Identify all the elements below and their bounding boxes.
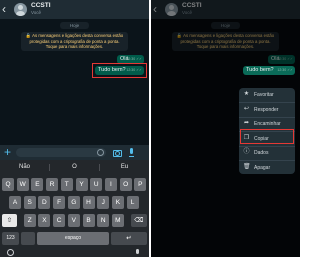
key-q[interactable]: Q [2, 178, 14, 191]
encryption-notice[interactable]: 🔒 As mensagens e ligações desta conversa… [21, 32, 128, 51]
key-n[interactable]: N [97, 214, 110, 227]
trash-icon: 🗑 [243, 163, 251, 170]
message-text: Tudo bem? [246, 67, 274, 73]
key-a[interactable]: A [9, 196, 21, 209]
key-k[interactable]: K [111, 196, 124, 209]
key-l[interactable]: L [126, 196, 139, 209]
key-m[interactable]: M [111, 214, 124, 227]
message-input[interactable] [16, 148, 106, 157]
keyboard: Não O Eu Q W E R T Y U I O P A S D F G H… [0, 160, 149, 257]
key-j[interactable]: J [97, 196, 110, 209]
key-i[interactable]: I [104, 178, 117, 191]
reply-icon: ↩ [243, 105, 250, 112]
key-d[interactable]: D [38, 196, 51, 209]
key-x[interactable]: X [38, 214, 51, 227]
suggestion-2[interactable]: O [50, 160, 99, 175]
highlight-box [240, 129, 294, 144]
menu-item-favoritar[interactable]: ★ Favoritar [239, 88, 295, 102]
key-h[interactable]: H [82, 196, 95, 209]
menu-item-label: Apagar [254, 164, 271, 171]
info-icon: ⓘ [243, 149, 250, 155]
key-e[interactable]: E [31, 178, 44, 191]
suggestion-1[interactable]: Não [0, 160, 49, 175]
menu-item-responder[interactable]: ↩ Responder [239, 103, 295, 117]
chat-header[interactable]: ‹ CCSTI Você [0, 0, 149, 19]
menu-item-label: Dados [254, 150, 269, 156]
key-f[interactable]: F [53, 196, 66, 209]
key-p[interactable]: P [134, 178, 147, 191]
key-o[interactable]: O [119, 178, 132, 191]
key-b[interactable]: B [82, 214, 95, 227]
avatar[interactable] [14, 3, 27, 16]
backspace-key[interactable]: ⌫ [131, 214, 147, 227]
key-r[interactable]: R [46, 178, 59, 191]
space-key[interactable]: espaço [37, 232, 109, 245]
microphone-icon[interactable] [127, 148, 136, 157]
menu-item-apagar[interactable]: 🗑 Apagar [239, 161, 295, 175]
key-g[interactable]: G [67, 196, 80, 209]
contact-subtitle: Você [31, 10, 42, 15]
sticker-icon[interactable] [97, 149, 104, 156]
message-meta: 12:30 ✓✓ [126, 57, 142, 61]
emoji-icon[interactable] [7, 249, 14, 256]
key-y[interactable]: Y [75, 178, 88, 191]
contact-name[interactable]: CCSTI [31, 2, 51, 9]
menu-item-label: Responder [254, 106, 279, 113]
menu-item-dados[interactable]: ⓘ Dados [239, 146, 295, 160]
suggestion-bar: Não O Eu [0, 160, 149, 175]
camera-icon[interactable] [112, 148, 122, 157]
message-meta: 12:30 ✓✓ [277, 68, 293, 72]
left-phone-screen: ‹ CCSTI Você Hoje 🔒 As mensagens e ligaç… [0, 0, 149, 257]
date-chip: Hoje [60, 22, 89, 29]
selected-message-bubble[interactable]: Tudo bem? 12:30 ✓✓ [243, 66, 295, 75]
message-input-bar: + [0, 145, 149, 160]
plus-icon[interactable]: + [4, 145, 11, 160]
key-w[interactable]: W [16, 178, 29, 191]
key-s[interactable]: S [23, 196, 36, 209]
emoji-key[interactable] [21, 232, 35, 245]
key-c[interactable]: C [53, 214, 66, 227]
suggestion-3[interactable]: Eu [100, 160, 149, 175]
numbers-key[interactable]: 123 [2, 232, 19, 245]
key-t[interactable]: T [60, 178, 73, 191]
key-v[interactable]: V [67, 214, 80, 227]
key-u[interactable]: U [90, 178, 103, 191]
menu-item-label: Favoritar [254, 92, 274, 98]
star-icon: ★ [243, 91, 250, 97]
key-z[interactable]: Z [23, 214, 36, 227]
back-arrow-icon[interactable]: ‹ [2, 2, 6, 16]
microphone-icon[interactable] [134, 249, 141, 256]
highlight-box [92, 63, 147, 78]
forward-icon: ➦ [243, 120, 250, 126]
shift-key[interactable]: ⇧ [2, 214, 17, 227]
right-phone-screen: ‹ CCSTI Você Hoje 🔒 As mensagens e ligaç… [151, 0, 300, 257]
return-key[interactable]: ↵ [111, 232, 147, 245]
